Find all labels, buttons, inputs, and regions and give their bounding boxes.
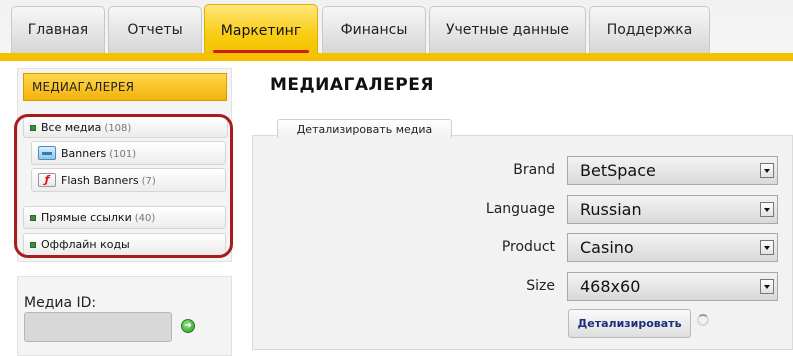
tab-label: Главная xyxy=(27,22,89,38)
media-id-label: Медиа ID: xyxy=(24,295,97,311)
tab-label: Учетные данные xyxy=(445,22,570,38)
loading-spinner-icon xyxy=(697,314,709,326)
tab-support[interactable]: Поддержка xyxy=(589,6,710,53)
tab-finance[interactable]: Финансы xyxy=(322,6,426,53)
language-select-value: Russian xyxy=(580,200,642,219)
tab-label: Поддержка xyxy=(606,22,693,38)
sidebar-item-label: Оффлайн коды xyxy=(41,238,130,251)
brand-label: Brand xyxy=(513,162,555,178)
tab-account[interactable]: Учетные данные xyxy=(429,6,586,53)
sidebar-title: МЕДИАГАЛЕРЕЯ xyxy=(23,73,227,101)
sidebar-item-flash-banners[interactable]: ƒ Flash Banners (7) xyxy=(31,168,226,192)
sidebar-item-count: (101) xyxy=(109,149,137,160)
top-navigation: Главная Отчеты Маркетинг Финансы Учетные… xyxy=(0,0,793,61)
size-label: Size xyxy=(526,278,555,294)
flash-icon: ƒ xyxy=(38,173,56,187)
product-select[interactable]: Casino xyxy=(567,233,778,262)
detail-button[interactable]: Детализировать xyxy=(568,309,691,338)
sidebar-item-count: (40) xyxy=(134,213,156,224)
language-label: Language xyxy=(485,201,555,217)
bullet-icon xyxy=(30,125,36,131)
product-label: Product xyxy=(501,239,555,255)
tab-label: Отчеты xyxy=(127,22,183,38)
brand-select-value: BetSpace xyxy=(580,161,656,180)
sidebar-item-label: Flash Banners xyxy=(61,174,139,187)
sidebar-item-banners[interactable]: Banners (101) xyxy=(31,141,226,165)
chevron-down-icon xyxy=(760,279,774,294)
bullet-icon xyxy=(30,242,36,248)
tab-reports[interactable]: Отчеты xyxy=(108,6,202,53)
nav-accent-bar xyxy=(0,53,793,61)
chevron-down-icon xyxy=(760,240,774,255)
tab-home[interactable]: Главная xyxy=(11,6,105,53)
tab-label: Маркетинг xyxy=(220,23,302,39)
sidebar-item-label: Все медиа xyxy=(41,121,102,134)
media-id-input[interactable] xyxy=(24,312,172,342)
size-select[interactable]: 468x60 xyxy=(567,272,778,301)
sidebar-item-offline-codes[interactable]: Оффлайн коды xyxy=(23,233,226,256)
tab-label: Финансы xyxy=(340,22,408,38)
go-arrow-icon[interactable]: ➔ xyxy=(181,319,195,333)
sidebar-item-count: (7) xyxy=(141,176,156,187)
sidebar-item-all-media[interactable]: Все медиа (108) xyxy=(23,116,228,138)
bullet-icon xyxy=(30,215,36,221)
tab-marketing[interactable]: Маркетинг xyxy=(204,4,318,56)
size-select-value: 468x60 xyxy=(580,277,641,296)
tab-detail-media[interactable]: Детализировать медиа xyxy=(277,119,452,138)
banner-icon xyxy=(38,146,56,160)
sidebar-item-count: (108) xyxy=(104,123,132,134)
sidebar-item-label: Прямые ссылки xyxy=(41,211,132,224)
chevron-down-icon xyxy=(760,163,774,178)
page-title: МЕДИАГАЛЕРЕЯ xyxy=(270,75,434,95)
chevron-down-icon xyxy=(760,202,774,217)
sidebar-item-direct-links[interactable]: Прямые ссылки (40) xyxy=(23,206,226,229)
language-select[interactable]: Russian xyxy=(567,195,778,224)
brand-select[interactable]: BetSpace xyxy=(567,156,778,185)
sidebar-item-label: Banners xyxy=(61,147,107,160)
product-select-value: Casino xyxy=(580,238,634,257)
